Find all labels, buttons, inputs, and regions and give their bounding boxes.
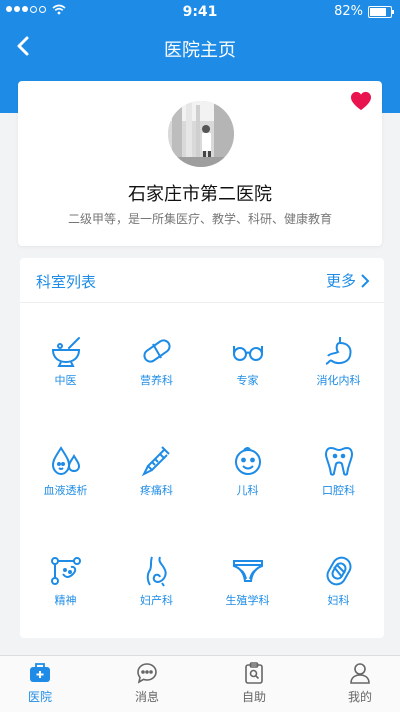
hospital-card: 石家庄市第二医院 二级甲等，是一所集医疗、教学、科研、健康教育 — [18, 81, 382, 246]
dept-item-reproductive[interactable]: 生殖学科 — [202, 554, 293, 614]
person-icon — [350, 663, 370, 684]
tab-profile[interactable]: 我的 — [320, 662, 400, 705]
tab-hospital[interactable]: 医院 — [0, 662, 80, 705]
dept-label: 消化内科 — [316, 374, 361, 387]
baby-face-icon — [234, 447, 261, 475]
hospital-kit-icon — [30, 663, 50, 682]
chevron-right-icon — [361, 273, 370, 288]
dept-item-obstetrics[interactable]: 妇产科 — [111, 554, 202, 614]
battery-percent: 82% — [334, 4, 363, 19]
clipboard-icon — [245, 662, 263, 684]
hospital-avatar — [168, 101, 234, 167]
bottom-tab-bar: 医院 消息 自助 我的 — [0, 655, 400, 712]
syringe-icon — [141, 446, 170, 477]
hospital-name: 石家庄市第二医院 — [128, 184, 272, 205]
capsule-icon — [142, 339, 171, 363]
favorite-heart-icon[interactable] — [350, 91, 372, 111]
mortar-pestle-icon — [51, 337, 80, 367]
dept-label: 专家 — [236, 374, 259, 387]
dept-item-pediatrics[interactable]: 儿科 — [202, 444, 293, 504]
department-list-title: 科室列表 — [36, 273, 97, 291]
dept-item-expert[interactable]: 专家 — [202, 334, 293, 394]
underwear-icon — [232, 560, 263, 582]
tab-label: 我的 — [347, 690, 372, 704]
battery-status: 82% — [334, 4, 394, 19]
dept-label: 中医 — [54, 374, 77, 387]
navigation-bar: 医院主页 — [0, 24, 400, 70]
battery-icon — [368, 5, 394, 18]
dept-label: 生殖学科 — [225, 594, 270, 607]
tab-label: 自助 — [241, 690, 266, 704]
dept-item-psychiatry[interactable]: 精神 — [20, 554, 111, 614]
dept-label: 儿科 — [236, 484, 259, 497]
page-title: 医院主页 — [164, 40, 236, 61]
dept-label: 疼痛科 — [140, 484, 173, 497]
tab-self-service[interactable]: 自助 — [214, 662, 294, 705]
department-header: 科室列表 更多 — [20, 258, 384, 303]
tooth-icon — [324, 446, 353, 476]
pad-icon — [326, 556, 351, 586]
dept-label: 妇产科 — [140, 594, 173, 607]
dept-item-dental[interactable]: 口腔科 — [293, 444, 384, 504]
dept-label: 血液透析 — [43, 484, 88, 497]
tab-messages[interactable]: 消息 — [107, 662, 187, 705]
department-panel: 科室列表 更多 中医 营养科 专家 消化内科 血液透析 疼痛科 儿科 口腔科 精… — [20, 258, 384, 638]
pregnancy-icon — [146, 556, 167, 587]
glasses-icon — [232, 346, 263, 361]
department-grid: 中医 营养科 专家 消化内科 血液透析 疼痛科 儿科 口腔科 精神 妇产科 生殖… — [20, 302, 384, 638]
status-bar: 9:41 82% — [0, 0, 400, 24]
blood-drops-icon — [51, 446, 80, 476]
dept-label: 口腔科 — [322, 484, 355, 497]
dept-item-dialysis[interactable]: 血液透析 — [20, 444, 111, 504]
stomach-icon — [325, 337, 351, 365]
brain-network-icon — [50, 557, 81, 585]
dept-item-gynecology[interactable]: 妇科 — [293, 554, 384, 614]
dept-item-nutrition[interactable]: 营养科 — [111, 334, 202, 394]
more-departments-link[interactable]: 更多 — [326, 270, 370, 291]
dept-label: 妇科 — [327, 594, 350, 607]
chat-icon — [137, 663, 157, 684]
dept-item-tcm[interactable]: 中医 — [20, 334, 111, 394]
tab-label: 消息 — [134, 690, 159, 704]
dept-item-gastro[interactable]: 消化内科 — [293, 334, 384, 394]
dept-label: 精神 — [54, 594, 77, 607]
dept-label: 营养科 — [140, 374, 173, 387]
more-label: 更多 — [325, 272, 356, 290]
hospital-description: 二级甲等，是一所集医疗、教学、科研、健康教育 — [67, 212, 332, 226]
tab-label: 医院 — [27, 690, 52, 704]
dept-item-pain[interactable]: 疼痛科 — [111, 444, 202, 504]
